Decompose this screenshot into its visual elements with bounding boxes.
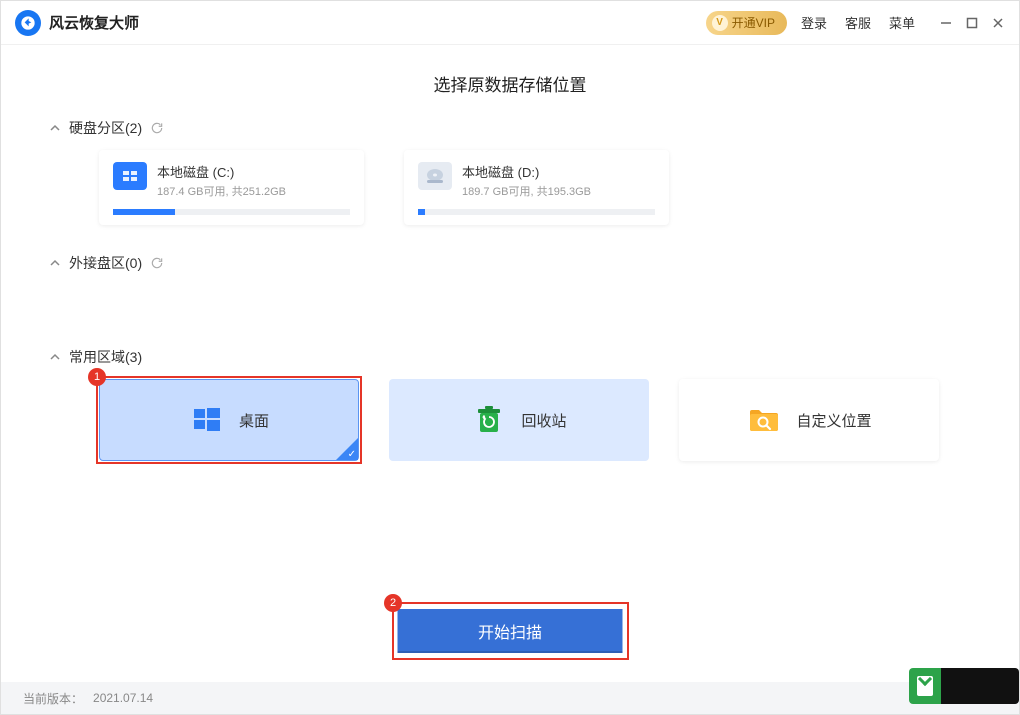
disk-row: 本地磁盘 (C:) 187.4 GB可用, 共251.2GB 本地磁盘 (D:)… [99,150,971,225]
scan-button-label: 开始扫描 [478,619,542,643]
refresh-icon[interactable] [150,121,164,135]
page-heading: 选择原数据存储位置 [1,71,1019,96]
version-label: 当前版本： [23,690,83,707]
area-card-desktop[interactable]: 桌面 [99,379,359,461]
support-link[interactable]: 客服 [845,13,871,32]
maximize-button[interactable] [959,10,985,36]
section-header-disks[interactable]: 硬盘分区 (2) [49,118,971,138]
area-label: 回收站 [521,410,566,431]
refresh-icon[interactable] [150,256,164,270]
area-label: 自定义位置 [796,410,871,431]
watermark-icon [909,666,1019,706]
check-icon [336,438,358,460]
disk-card-c[interactable]: 本地磁盘 (C:) 187.4 GB可用, 共251.2GB [99,150,364,225]
section-count: (0) [125,255,142,271]
recycle-bin-icon [471,402,507,438]
vip-icon: V [712,15,728,31]
section-header-common[interactable]: 常用区域 (3) [49,347,971,367]
disk-name: 本地磁盘 (D:) [462,162,591,181]
footer: 当前版本： 2021.07.14 [1,682,1019,714]
version-number: 2021.07.14 [93,691,153,705]
minimize-button[interactable] [933,10,959,36]
section-count: (3) [125,349,142,365]
disk-usage-bar [113,209,350,215]
area-card-custom[interactable]: 自定义位置 [679,379,939,461]
chevron-up-icon [49,351,63,363]
disk-sub: 189.7 GB可用, 共195.3GB [462,183,591,199]
app-title: 风云恢复大师 [49,12,139,33]
disk-sub: 187.4 GB可用, 共251.2GB [157,183,286,199]
close-button[interactable] [985,10,1011,36]
section-label: 外接盘区 [69,253,125,273]
vip-button[interactable]: V 开通VIP [706,11,787,35]
login-link[interactable]: 登录 [801,13,827,32]
folder-search-icon [746,402,782,438]
disk-usage-bar [418,209,655,215]
chevron-up-icon [49,122,63,134]
disk-card-d[interactable]: 本地磁盘 (D:) 189.7 GB可用, 共195.3GB [404,150,669,225]
disk-name: 本地磁盘 (C:) [157,162,286,181]
area-card-recycle[interactable]: 回收站 [389,379,649,461]
windows-icon [189,402,225,438]
section-label: 常用区域 [69,347,125,367]
section-count: (2) [125,120,142,136]
vip-label: 开通VIP [732,14,775,31]
start-scan-button[interactable]: 开始扫描 [398,609,623,653]
disk-icon [113,162,147,190]
disk-icon [418,162,452,190]
section-header-external[interactable]: 外接盘区 (0) [49,253,971,273]
titlebar: 风云恢复大师 V 开通VIP 登录 客服 菜单 [1,1,1019,45]
app-logo-icon [15,10,41,36]
chevron-up-icon [49,257,63,269]
areas-row: 桌面 回收站 [99,379,971,461]
section-label: 硬盘分区 [69,118,125,138]
area-label: 桌面 [239,410,269,431]
menu-link[interactable]: 菜单 [889,13,915,32]
